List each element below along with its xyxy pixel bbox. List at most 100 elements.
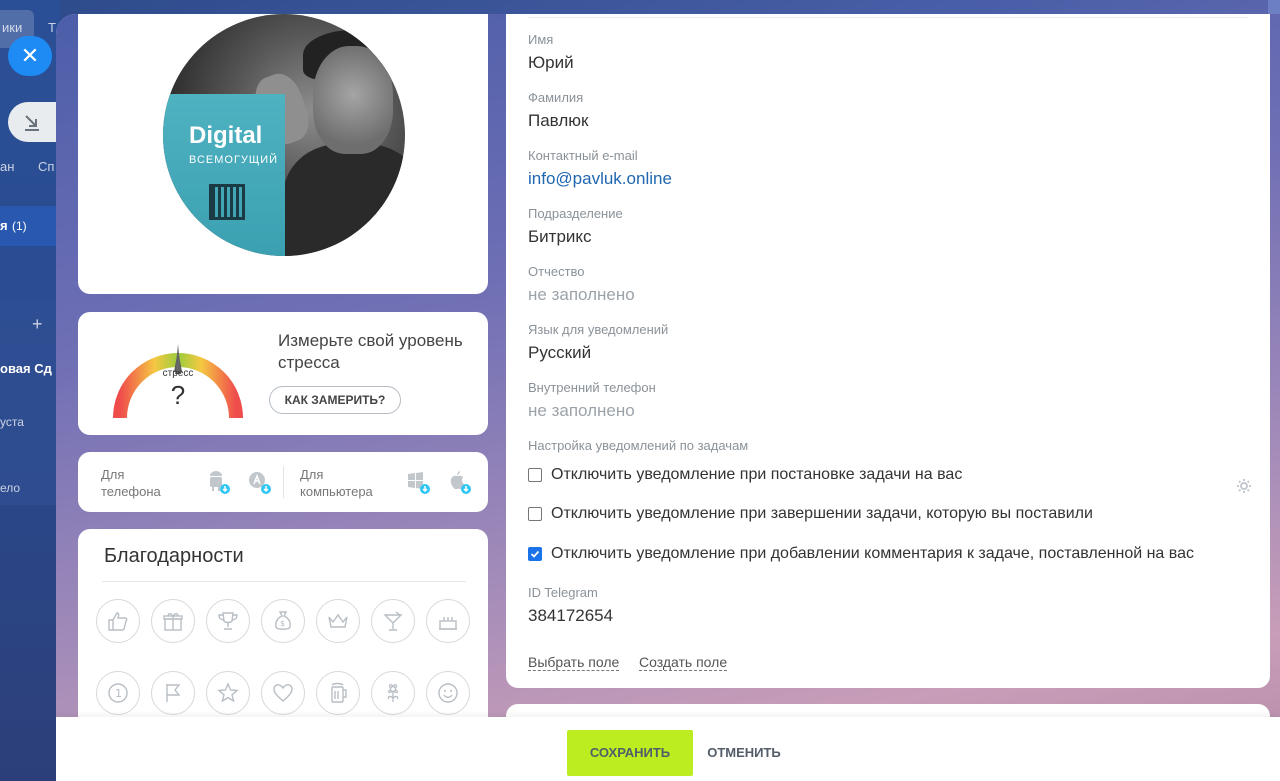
field-department-value: Битрикс bbox=[528, 227, 592, 246]
checkbox[interactable] bbox=[528, 468, 542, 482]
field-email-value[interactable]: info@pavluk.online bbox=[528, 169, 672, 189]
flower-icon[interactable] bbox=[371, 671, 415, 715]
number-one-icon[interactable]: 1 bbox=[96, 671, 140, 715]
avatar-shirt bbox=[283, 144, 405, 256]
field-surname-value: Павлюк bbox=[528, 111, 589, 130]
stress-description: Измерьте свой уровень стресса bbox=[278, 331, 463, 372]
field-telegram-label: ID Telegram bbox=[528, 585, 598, 600]
book-subtitle: ВСЕМОГУЩИЙ bbox=[189, 154, 279, 166]
field-internal-phone-label: Внутренний телефон bbox=[528, 380, 656, 395]
phone-apps-label: Для телефона bbox=[101, 467, 161, 499]
field-language[interactable]: Язык для уведомлений Русский bbox=[528, 322, 668, 363]
cake-icon[interactable] bbox=[426, 599, 470, 643]
book-title: Digital bbox=[189, 122, 263, 149]
money-bag-icon[interactable]: $ bbox=[261, 599, 305, 643]
task-notification-option-2[interactable]: Отключить уведомление при завершении зад… bbox=[528, 505, 1093, 523]
stress-value: ? bbox=[170, 380, 186, 410]
field-email-label: Контактный e-mail bbox=[528, 148, 638, 163]
field-email[interactable]: Контактный e-mail info@pavluk.online bbox=[528, 148, 672, 189]
background-text: (1) bbox=[12, 219, 27, 233]
thanks-title: Благодарности bbox=[104, 545, 244, 567]
apple-download-icon[interactable] bbox=[447, 470, 471, 494]
cancel-button[interactable]: ОТМЕНИТЬ bbox=[700, 730, 788, 776]
field-task-notifications: Настройка уведомлений по задачам bbox=[528, 438, 748, 453]
crown-icon[interactable] bbox=[316, 599, 360, 643]
field-internal-phone[interactable]: Внутренний телефон не заполнено bbox=[528, 380, 656, 421]
close-icon: ✕ bbox=[20, 43, 40, 68]
heart-icon[interactable] bbox=[261, 671, 305, 715]
background-text: ики bbox=[2, 20, 23, 35]
checkbox-label: Отключить уведомление при завершении зад… bbox=[551, 505, 1093, 522]
background-text: уста bbox=[0, 415, 24, 429]
field-name-value: Юрий bbox=[528, 53, 574, 72]
field-patronymic-label: Отчество bbox=[528, 264, 585, 279]
field-surname[interactable]: Фамилия Павлюк bbox=[528, 90, 588, 131]
background-panel bbox=[0, 300, 60, 505]
qr-code-icon bbox=[209, 184, 245, 220]
avatar-face bbox=[313, 46, 393, 154]
gear-icon[interactable] bbox=[1236, 478, 1252, 494]
field-surname-label: Фамилия bbox=[528, 90, 584, 105]
check-icon bbox=[530, 550, 540, 558]
windows-download-icon[interactable] bbox=[406, 470, 430, 494]
collapse-arrow-icon bbox=[25, 115, 39, 131]
field-department[interactable]: Подразделение Битрикс bbox=[528, 206, 623, 247]
field-internal-phone-value: не заполнено bbox=[528, 401, 635, 420]
android-download-icon[interactable] bbox=[206, 470, 230, 494]
field-language-label: Язык для уведомлений bbox=[528, 322, 669, 337]
slider-footer: СОХРАНИТЬ ОТМЕНИТЬ bbox=[56, 717, 1280, 781]
flag-icon[interactable] bbox=[151, 671, 195, 715]
profile-fields-card: Имя Юрий Фамилия Павлюк Контактный e-mai… bbox=[506, 14, 1270, 688]
background-text: ан bbox=[0, 159, 15, 174]
create-field-link[interactable]: Создать поле bbox=[639, 654, 728, 671]
gift-icon[interactable] bbox=[151, 599, 195, 643]
background-text: я bbox=[0, 218, 8, 233]
field-telegram[interactable]: ID Telegram 384172654 bbox=[528, 585, 613, 626]
apps-card: Для телефона Для компьютера bbox=[78, 452, 488, 512]
field-telegram-value: 384172654 bbox=[528, 606, 614, 625]
avatar-card: Digital ВСЕМОГУЩИЙ bbox=[78, 14, 488, 294]
star-icon[interactable] bbox=[206, 671, 250, 715]
background-text: Сп bbox=[38, 159, 55, 174]
stress-card: стресс ? Измерьте свой уровень стресса К… bbox=[78, 312, 488, 435]
task-notification-option-1[interactable]: Отключить уведомление при постановке зад… bbox=[528, 466, 962, 484]
avatar[interactable]: Digital ВСЕМОГУЩИЙ bbox=[163, 14, 405, 256]
checkbox[interactable] bbox=[528, 507, 542, 521]
like-icon[interactable] bbox=[96, 599, 140, 643]
trophy-icon[interactable] bbox=[206, 599, 250, 643]
background-text: Т bbox=[48, 20, 56, 35]
field-name[interactable]: Имя Юрий bbox=[528, 32, 574, 73]
field-language-value: Русский bbox=[528, 343, 592, 362]
close-slider-button[interactable]: ✕ bbox=[8, 36, 52, 76]
apps-divider bbox=[283, 466, 284, 498]
field-name-label: Имя bbox=[528, 32, 554, 47]
svg-text:$: $ bbox=[280, 619, 285, 628]
fields-top-divider bbox=[528, 17, 1248, 18]
background-selected-item bbox=[0, 206, 60, 246]
field-department-label: Подразделение bbox=[528, 206, 623, 221]
measure-stress-button[interactable]: КАК ЗАМЕРИТЬ? bbox=[269, 386, 401, 414]
field-task-notifications-label: Настройка уведомлений по задачам bbox=[528, 438, 749, 453]
background-text: овая Сд bbox=[0, 361, 52, 376]
collapse-slider-button[interactable] bbox=[8, 102, 56, 142]
thanks-divider bbox=[102, 581, 466, 582]
field-patronymic-value: не заполнено bbox=[528, 285, 635, 304]
checkbox-label: Отключить уведомление при постановке зад… bbox=[551, 466, 963, 483]
background-text: ело bbox=[0, 481, 21, 495]
cocktail-icon[interactable] bbox=[371, 599, 415, 643]
checkbox-checked[interactable] bbox=[528, 547, 542, 561]
task-notification-option-3[interactable]: Отключить уведомление при добавлении ком… bbox=[528, 545, 1194, 563]
smile-icon[interactable] bbox=[426, 671, 470, 715]
save-button[interactable]: СОХРАНИТЬ bbox=[567, 730, 693, 776]
computer-apps-label: Для компьютера bbox=[300, 467, 373, 499]
field-patronymic[interactable]: Отчество не заполнено bbox=[528, 264, 635, 305]
beer-icon[interactable] bbox=[316, 671, 360, 715]
appstore-download-icon[interactable] bbox=[247, 470, 271, 494]
background-text: + bbox=[32, 314, 43, 334]
avatar-book bbox=[163, 94, 285, 256]
select-field-link[interactable]: Выбрать поле bbox=[528, 654, 620, 671]
profile-slider: Digital ВСЕМОГУЩИЙ стресс ? Измерьте сво… bbox=[56, 14, 1280, 781]
stress-gauge-label: стресс bbox=[162, 368, 194, 379]
checkbox-label: Отключить уведомление при добавлении ком… bbox=[551, 545, 1194, 562]
svg-text:1: 1 bbox=[115, 687, 122, 700]
